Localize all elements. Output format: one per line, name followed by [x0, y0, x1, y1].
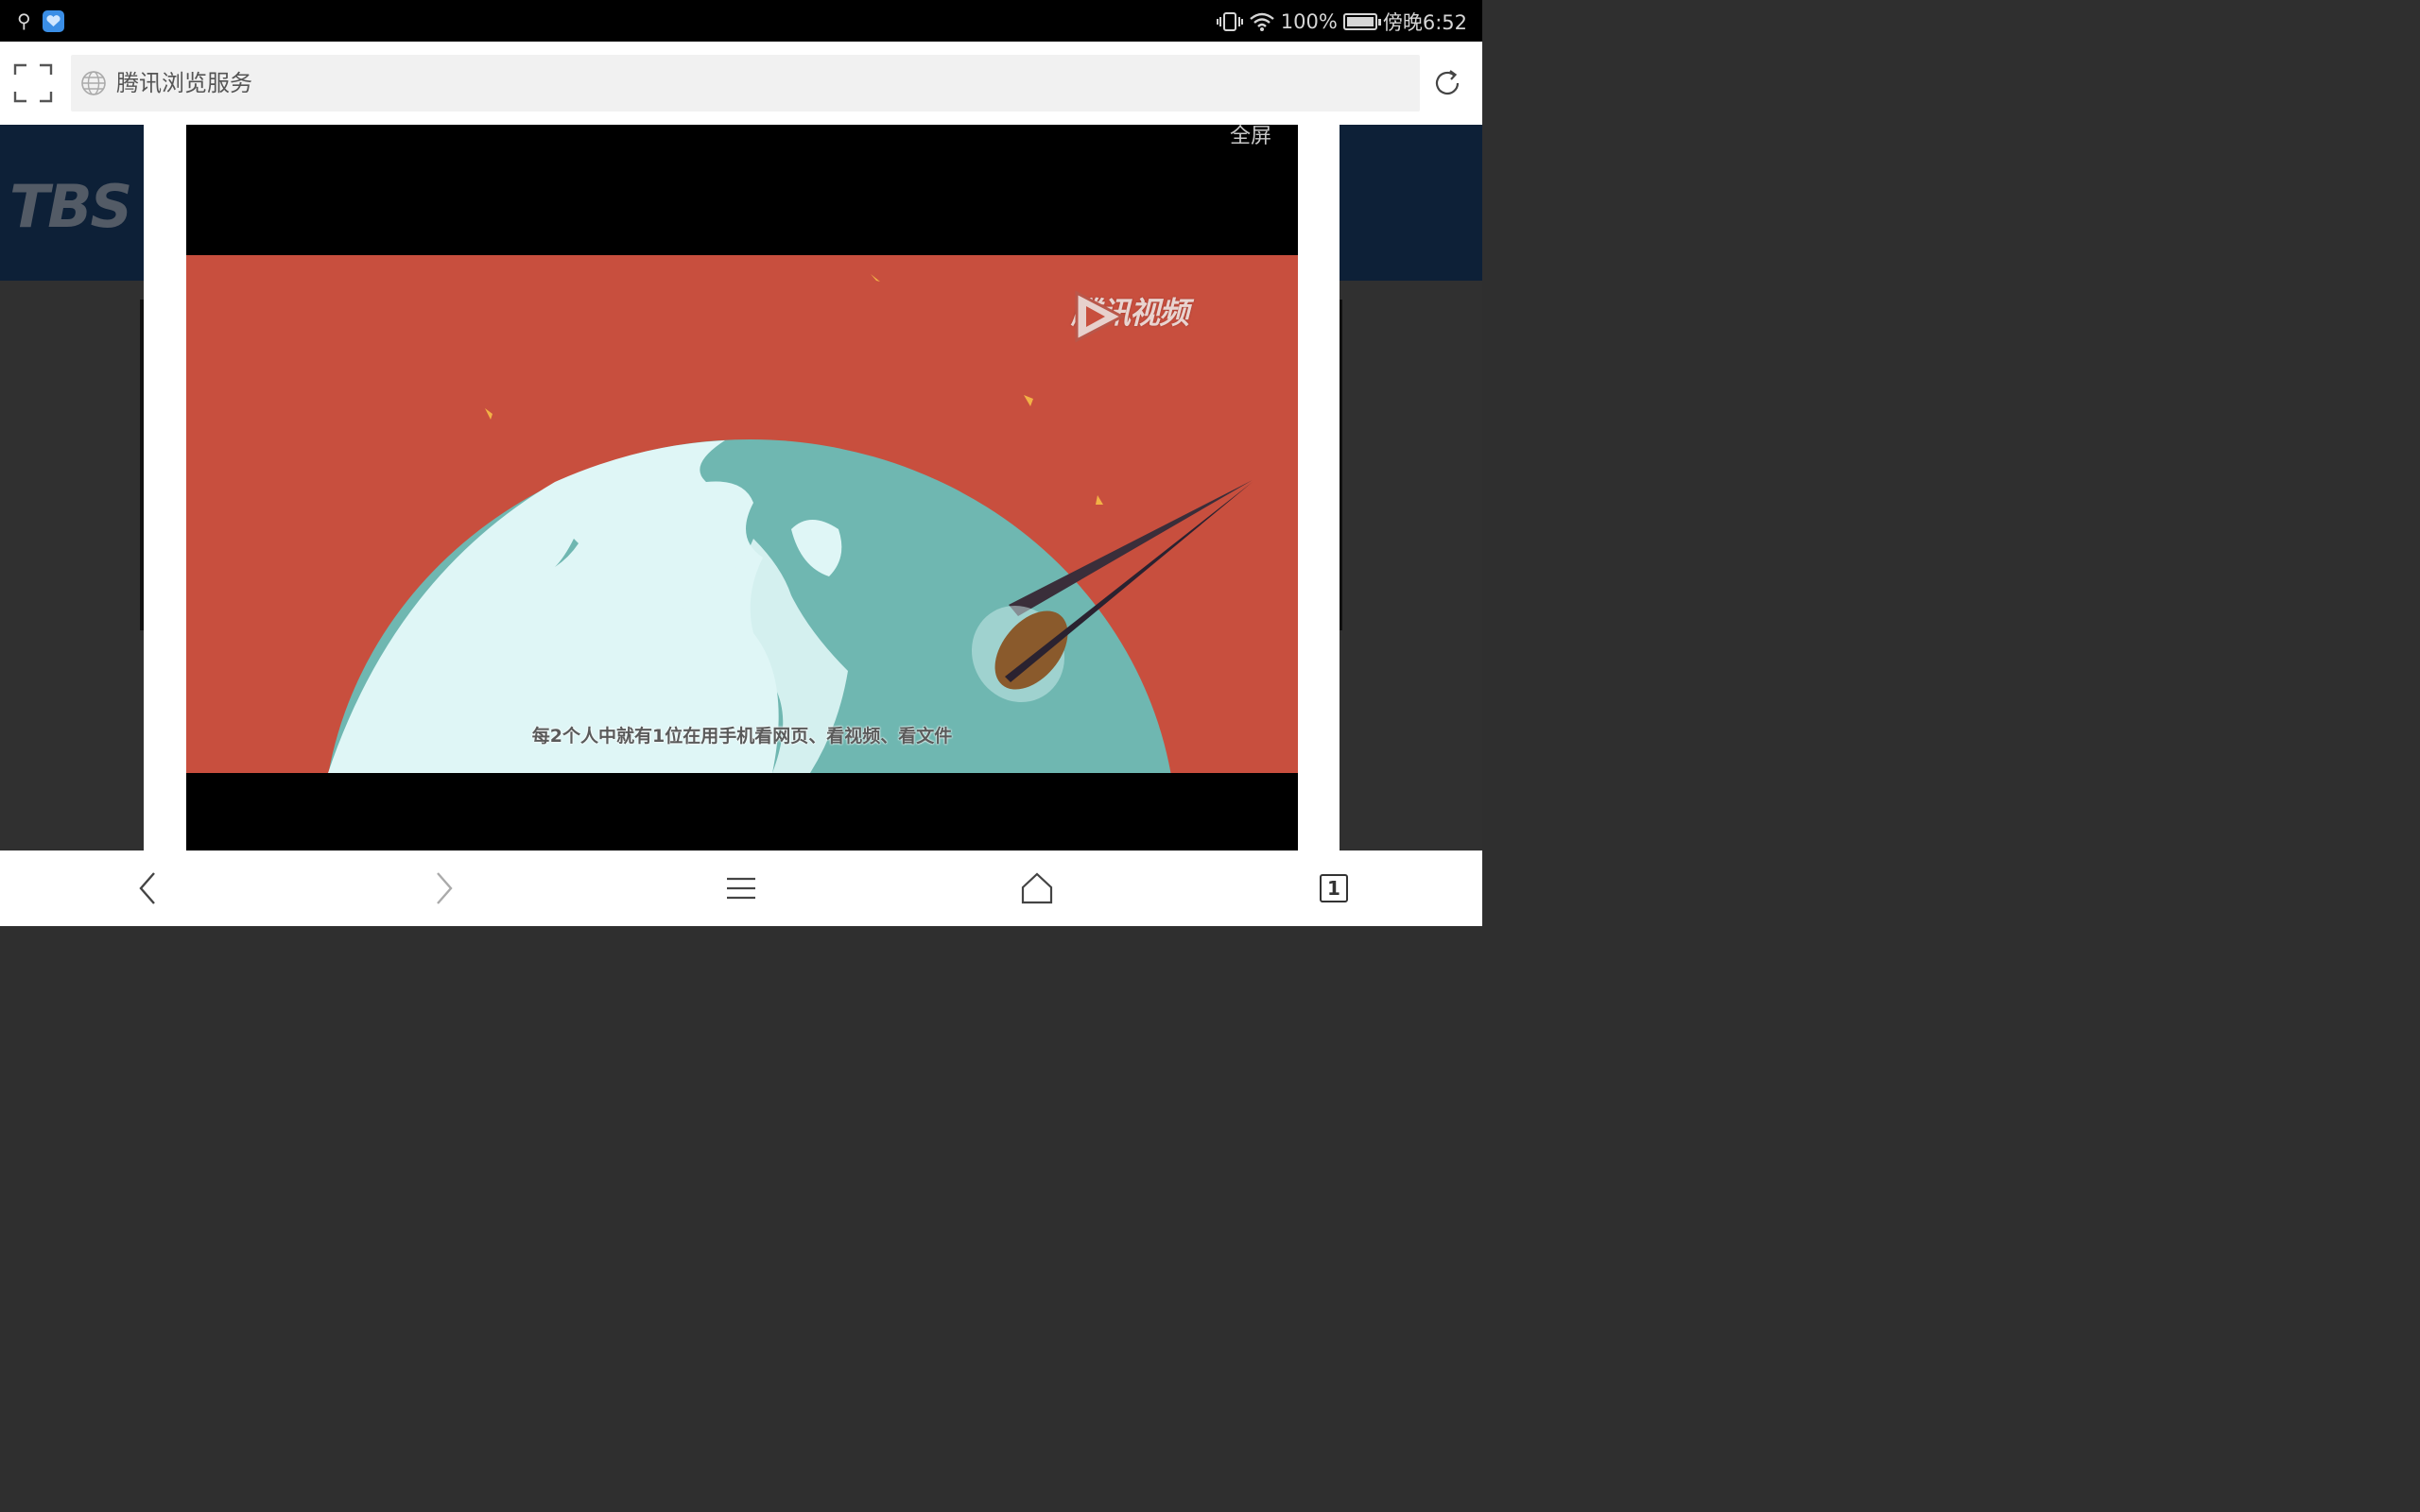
home-button[interactable]	[1016, 868, 1058, 909]
battery-charging-icon	[1342, 13, 1381, 30]
spark	[485, 408, 493, 420]
spark	[1024, 395, 1033, 406]
tbs-logo: TBS	[9, 172, 132, 241]
video-frame: 腾讯视频 每2个人中就有1位在用手机看网页、看视频、看文件	[186, 255, 1298, 773]
clock: 傍晚6:52	[1382, 11, 1467, 34]
battery-percent: 100%	[1280, 10, 1338, 33]
status-right: 100% 傍晚6:52	[1216, 8, 1467, 36]
play-logo-icon	[1075, 290, 1126, 343]
tabs-button[interactable]: 1	[1313, 868, 1355, 909]
menu-button[interactable]	[720, 868, 762, 909]
forward-icon	[437, 872, 453, 904]
spark	[871, 274, 880, 282]
status-left: ⚲	[17, 9, 64, 32]
tencent-video-watermark: 腾讯视频	[1071, 289, 1189, 343]
meteor-trail	[1009, 480, 1253, 616]
url-text: 腾讯浏览服务	[116, 70, 252, 96]
url-field[interactable]: 腾讯浏览服务	[71, 55, 1420, 112]
app-badge-icon	[42, 9, 64, 32]
back-icon	[139, 872, 155, 904]
back-button[interactable]	[127, 868, 168, 909]
vibrate-icon	[1216, 12, 1243, 31]
usb-icon: ⚲	[17, 9, 31, 32]
spark	[1096, 495, 1103, 505]
video-panel: 全屏 腾讯视频 每2个人中就有1位在用手机看网页、看视频、看文件	[144, 125, 1340, 850]
fullscreen-button[interactable]: 全屏	[1230, 125, 1271, 149]
video-subtitle: 每2个人中就有1位在用手机看网页、看视频、看文件	[531, 726, 953, 747]
scan-icon	[13, 63, 53, 103]
home-icon	[1021, 872, 1053, 904]
refresh-button[interactable]	[1432, 68, 1462, 98]
bottom-nav: 1	[0, 850, 1482, 926]
globe-icon	[81, 71, 106, 95]
tabs-icon: 1	[1320, 874, 1348, 902]
menu-icon	[727, 877, 755, 900]
video-player[interactable]: 全屏 腾讯视频 每2个人中就有1位在用手机看网页、看视频、看文件	[186, 125, 1298, 850]
wifi-icon	[1250, 12, 1274, 31]
status-bar: ⚲ 100% 傍晚6:52	[0, 0, 1482, 42]
globe-scene	[328, 274, 1253, 773]
scan-button[interactable]	[13, 63, 53, 103]
refresh-icon	[1435, 70, 1460, 95]
address-bar: 腾讯浏览服务	[0, 42, 1482, 125]
forward-button[interactable]	[424, 868, 465, 909]
